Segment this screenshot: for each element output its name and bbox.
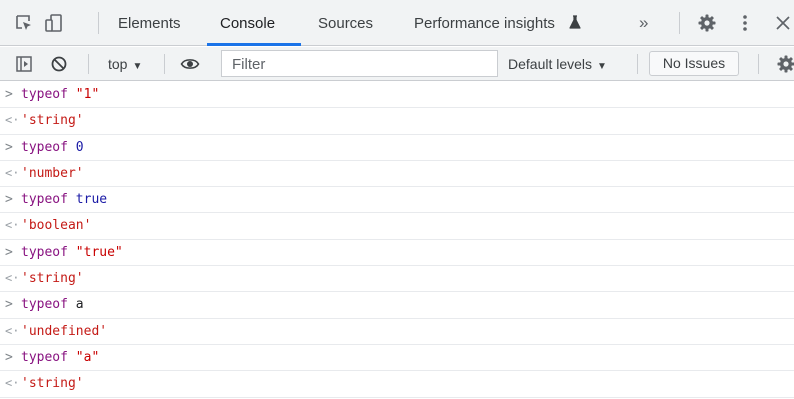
console-output-value: 'number' [21,165,84,181]
issues-button[interactable]: No Issues [649,51,739,76]
more-tabs-button[interactable]: » [639,13,648,33]
console-input-row: > typeof true [0,187,794,214]
argument: "1" [75,87,100,102]
argument: "a" [75,349,100,365]
console-log: > typeof "1" <· 'string' > typeof 0 <· '… [0,82,794,398]
console-output-value: 'boolean' [21,218,92,234]
keyword: typeof [21,349,68,365]
kebab-menu-icon[interactable] [735,13,755,33]
input-prompt: > [5,244,13,260]
console-input-code: typeof "true" [21,240,123,265]
output-prompt: <· [5,113,20,128]
console-input-code: typeof a [21,292,84,317]
console-input-code: typeof "a" [21,345,99,370]
output-prompt: <· [5,271,20,286]
chevron-down-icon: ▼ [597,61,607,72]
console-output-row: <· 'string' [0,266,794,293]
keyword: typeof [21,297,68,313]
tab-separator [98,12,99,34]
sidebar-toggle-icon[interactable] [14,54,34,74]
active-tab-indicator [207,43,301,46]
output-prompt: <· [5,165,20,180]
console-output-row: <· 'undefined' [0,319,794,345]
output-prompt: <· [5,218,20,233]
output-prompt: <· [5,376,20,391]
argument: "true" [75,244,123,260]
clear-console-icon[interactable] [49,54,69,74]
console-input-row: > typeof "true" [0,240,794,267]
context-label: top [108,56,128,72]
console-input-row: > typeof a [0,292,794,319]
keyword: typeof [21,244,68,260]
input-prompt: > [5,192,13,208]
console-output-row: <· 'string' [0,108,794,135]
console-output-value: 'string' [21,376,84,392]
input-prompt: > [5,297,13,313]
log-levels-dropdown[interactable]: Default levels ▼ [508,56,607,72]
argument: a [75,297,84,313]
console-input-row: > typeof "a" [0,345,794,372]
console-output-value: 'string' [21,113,84,129]
console-output-value: 'undefined' [21,323,108,339]
argument: 0 [75,139,84,155]
tab-separator [679,12,680,34]
console-output-value: 'string' [21,271,84,287]
console-output-row: <· 'number' [0,161,794,188]
device-toolbar-icon[interactable] [44,13,64,33]
tab-elements[interactable]: Elements [118,15,181,32]
input-prompt: > [5,349,13,365]
console-input-code: typeof true [21,187,107,212]
console-input-row: > typeof 0 [0,135,794,161]
experiment-flask-icon [567,14,583,30]
toolbar-separator [637,54,638,74]
filter-input[interactable]: Filter [221,50,498,77]
console-input-code: typeof "1" [21,82,99,107]
argument: true [75,192,108,208]
live-expression-eye-icon[interactable] [180,54,200,74]
log-levels-label: Default levels [508,56,593,72]
toolbar-separator [164,54,165,74]
devtools-tab-bar: Elements Console Sources Performance ins… [0,0,794,46]
toolbar-separator [758,54,759,74]
context-selector[interactable]: top ▼ [108,56,142,72]
keyword: typeof [21,87,68,102]
console-output-row: <· 'boolean' [0,213,794,240]
inspect-element-icon[interactable] [14,13,34,33]
chevron-down-icon: ▼ [132,61,143,72]
toolbar-separator [88,54,89,74]
keyword: typeof [21,192,68,208]
input-prompt: > [5,139,13,155]
tab-console[interactable]: Console [220,15,275,32]
output-prompt: <· [5,323,20,338]
console-toolbar: top ▼ Filter Default levels ▼ No Issues [0,47,794,81]
tab-sources[interactable]: Sources [318,15,373,32]
close-icon[interactable] [773,13,793,33]
console-input-row: > typeof "1" [0,82,794,109]
settings-gear-icon[interactable] [697,13,717,33]
console-output-row: <· 'string' [0,371,794,398]
console-settings-gear-icon[interactable] [776,54,794,74]
console-input-code: typeof 0 [21,135,84,160]
filter-placeholder: Filter [232,56,266,73]
keyword: typeof [21,139,68,155]
tab-performance-insights[interactable]: Performance insights [414,15,555,32]
input-prompt: > [5,87,13,102]
